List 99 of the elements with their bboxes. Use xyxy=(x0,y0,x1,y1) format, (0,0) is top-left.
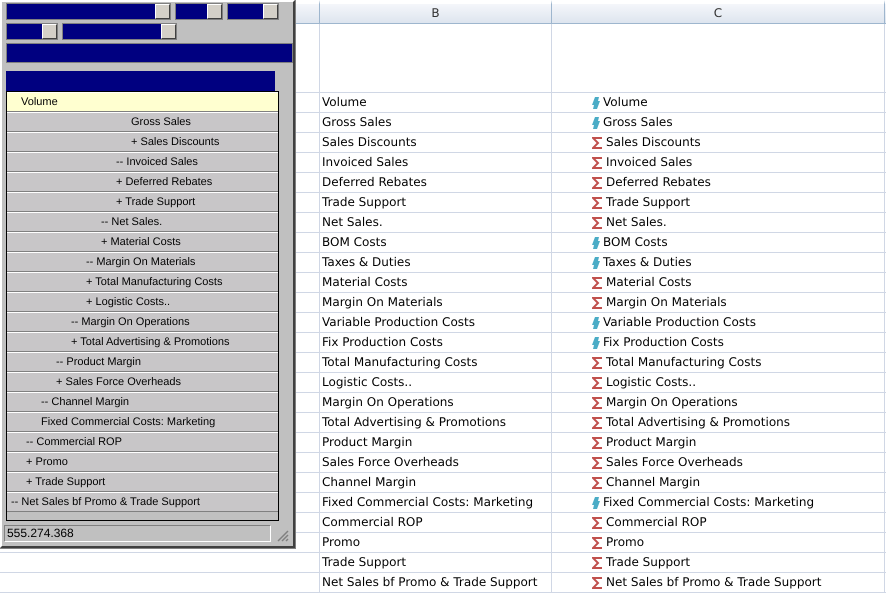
cell-text: Logistic Costs.. xyxy=(606,374,696,391)
cell-text: Sales Force Overheads xyxy=(606,454,743,471)
sigma-icon xyxy=(592,376,603,388)
cell-text: Product Margin xyxy=(606,434,696,451)
dropdown-field[interactable] xyxy=(6,3,171,20)
cell-text: Material Costs xyxy=(606,274,692,291)
cell-text: Volume xyxy=(603,94,648,111)
cell-text: Trade Support xyxy=(606,554,690,571)
outline-item[interactable]: + Trade Support xyxy=(7,192,278,212)
table-cell: Total Manufacturing Costs xyxy=(320,353,552,373)
table-cell: Total Advertising & Promotions xyxy=(320,413,552,433)
outline-item[interactable]: -- Channel Margin xyxy=(7,392,278,412)
sigma-icon xyxy=(592,556,603,568)
outline-item[interactable]: -- Commercial ROP xyxy=(7,432,278,452)
sigma-icon xyxy=(592,536,603,548)
outline-item[interactable]: -- Margin On Operations xyxy=(7,312,278,332)
sigma-icon xyxy=(592,516,603,528)
cell-text: Variable Production Costs xyxy=(603,314,756,331)
outline-item[interactable]: Fixed Commercial Costs: Marketing xyxy=(7,412,278,432)
table-cell: Sales Force Overheads xyxy=(320,453,552,473)
cell-text: Net Sales. xyxy=(606,214,667,231)
outline-item[interactable]: + Promo xyxy=(7,452,278,472)
table-cell: Net Sales. xyxy=(320,213,552,233)
dropdown-field[interactable] xyxy=(175,3,223,20)
outline-item[interactable]: -- Product Margin xyxy=(7,352,278,372)
sigma-icon xyxy=(592,296,603,308)
cell-text: Promo xyxy=(606,534,644,551)
sigma-icon xyxy=(592,176,603,188)
cell-text: Deferred Rebates xyxy=(606,174,711,191)
table-cell: Fix Production Costs xyxy=(320,333,552,353)
cell-text: Net Sales bf Promo & Trade Support xyxy=(606,574,822,591)
outline-item[interactable]: + Deferred Rebates xyxy=(7,172,278,192)
cell-text: BOM Costs xyxy=(603,234,668,251)
table-cell: Trade Support xyxy=(320,553,552,573)
cell-text: Margin On Operations xyxy=(606,394,738,411)
outline-item[interactable]: Gross Sales xyxy=(7,112,278,132)
outline-item[interactable]: -- Net Sales bf Promo & Trade Support xyxy=(7,492,278,512)
sigma-icon xyxy=(592,156,603,168)
column-header[interactable]: B xyxy=(320,0,552,24)
table-cell: BOM Costs xyxy=(320,233,552,253)
table-cell: Taxes & Duties xyxy=(320,253,552,273)
outline-item[interactable]: -- Net Sales. xyxy=(7,212,278,232)
sigma-icon xyxy=(592,276,603,288)
cell-text: Margin On Materials xyxy=(606,294,727,311)
cell-text: Fix Production Costs xyxy=(603,334,724,351)
table-cell: Gross Sales xyxy=(320,113,552,133)
outline-item[interactable]: + Trade Support xyxy=(7,472,278,492)
input-field[interactable] xyxy=(6,43,293,63)
sigma-icon xyxy=(592,456,603,468)
table-cell: Net Sales bf Promo & Trade Support xyxy=(320,573,552,593)
cell-text: Total Manufacturing Costs xyxy=(606,354,762,371)
table-cell: Deferred Rebates xyxy=(320,173,552,193)
sigma-icon xyxy=(592,136,603,148)
outline-item[interactable]: + Material Costs xyxy=(7,232,278,252)
table-cell: Logistic Costs.. xyxy=(320,373,552,393)
cell-text: Total Advertising & Promotions xyxy=(606,414,790,431)
outline-item[interactable]: + Sales Discounts xyxy=(7,132,278,152)
table-cell: Invoiced Sales xyxy=(320,153,552,173)
outline-item[interactable]: + Sales Force Overheads xyxy=(7,372,278,392)
table-cell: Volume xyxy=(320,93,552,113)
sigma-icon xyxy=(592,396,603,408)
table-cell: Variable Production Costs xyxy=(320,313,552,333)
dropdown-field[interactable] xyxy=(62,23,177,40)
outline-item[interactable]: -- Invoiced Sales xyxy=(7,152,278,172)
table-cell: Fixed Commercial Costs: Marketing xyxy=(320,493,552,513)
table-cell: Promo xyxy=(320,533,552,553)
sigma-icon xyxy=(592,216,603,228)
table-cell: Trade Support xyxy=(320,193,552,213)
table-cell: Commercial ROP xyxy=(320,513,552,533)
sigma-icon xyxy=(592,416,603,428)
sigma-icon xyxy=(592,576,603,588)
outline-item[interactable]: + Logistic Costs.. xyxy=(7,292,278,312)
status-value: 555.274.368 xyxy=(4,525,271,542)
sigma-icon xyxy=(592,196,603,208)
outline-item[interactable]: + Total Advertising & Promotions xyxy=(7,332,278,352)
cell-text: Commercial ROP xyxy=(606,514,707,531)
cell-text: Fixed Commercial Costs: Marketing xyxy=(603,494,814,511)
outline-item[interactable]: Volume xyxy=(7,92,278,112)
cell-text: Invoiced Sales xyxy=(606,154,692,171)
cell-text: Gross Sales xyxy=(603,114,673,131)
table-cell: Material Costs xyxy=(320,273,552,293)
cell-text: Trade Support xyxy=(606,194,690,211)
resize-grip-icon[interactable] xyxy=(277,530,289,542)
outline-item[interactable]: + Total Manufacturing Costs xyxy=(7,272,278,292)
table-cell: Margin On Materials xyxy=(320,293,552,313)
table-cell: Margin On Operations xyxy=(320,393,552,413)
cell-text: Taxes & Duties xyxy=(603,254,692,271)
table-cell: Product Margin xyxy=(320,433,552,453)
cell-text: Sales Discounts xyxy=(606,134,701,151)
column-header[interactable]: C xyxy=(552,0,885,24)
dropdown-field[interactable] xyxy=(6,23,58,40)
table-cell: Sales Discounts xyxy=(320,133,552,153)
outline-item[interactable]: -- Margin On Materials xyxy=(7,252,278,272)
dropdown-field[interactable] xyxy=(227,3,279,20)
sigma-icon xyxy=(592,356,603,368)
sigma-icon xyxy=(592,476,603,488)
sigma-icon xyxy=(592,436,603,448)
table-cell: Channel Margin xyxy=(320,473,552,493)
cell-text: Channel Margin xyxy=(606,474,700,491)
